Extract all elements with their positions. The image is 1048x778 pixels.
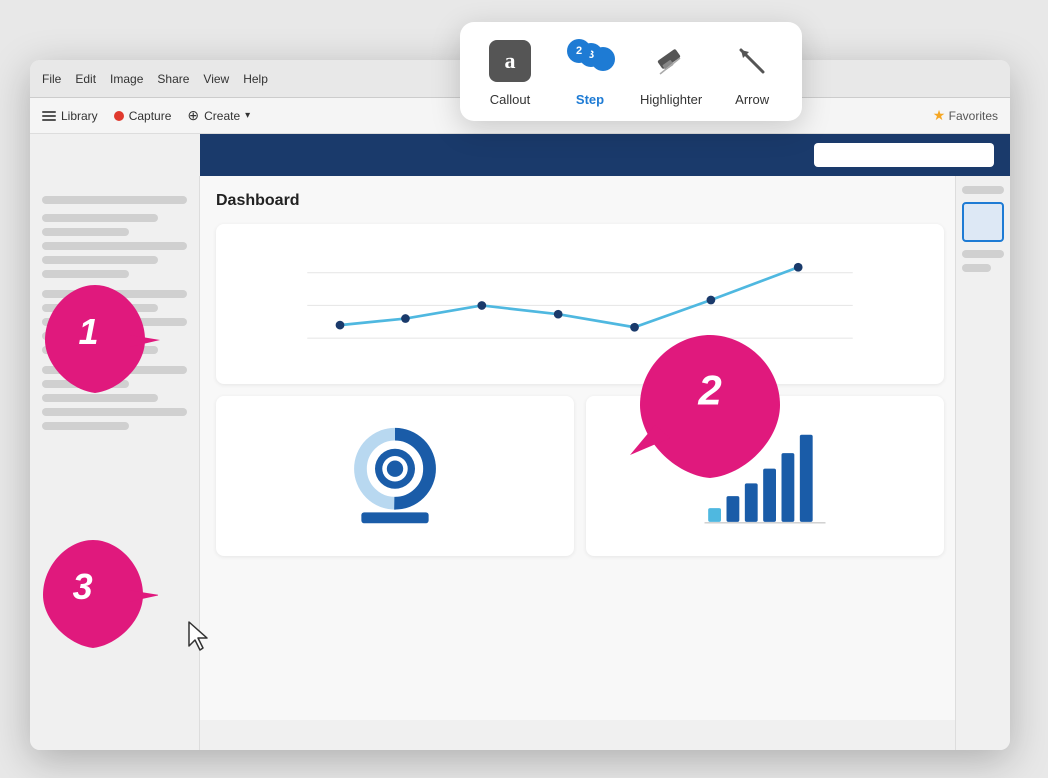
callout-icon-box: a <box>489 40 531 82</box>
sidebar-line <box>42 228 129 236</box>
tool-highlighter[interactable]: Highlighter <box>640 38 702 107</box>
donut-chart-card <box>216 396 574 556</box>
menu-edit[interactable]: Edit <box>75 72 96 86</box>
tool-arrow[interactable]: Arrow <box>722 38 782 107</box>
plus-icon: ⊕ <box>187 107 199 124</box>
menu-share[interactable]: Share <box>157 72 189 86</box>
arrow-icon <box>729 38 775 84</box>
menu-help[interactable]: Help <box>243 72 268 86</box>
content-header-bar <box>200 134 1010 176</box>
library-button[interactable]: Library <box>42 109 98 123</box>
line-chart-card <box>216 224 944 384</box>
dashboard-title: Dashboard <box>216 192 944 210</box>
menu-file[interactable]: File <box>42 72 61 86</box>
hamburger-icon <box>42 111 56 121</box>
sidebar-line <box>42 408 187 416</box>
right-panel-line <box>962 250 1004 258</box>
star-icon: ★ <box>933 107 946 123</box>
step-label: Step <box>576 92 604 107</box>
menu-image[interactable]: Image <box>110 72 143 86</box>
search-bar[interactable] <box>814 143 994 167</box>
donut-chart-svg <box>345 421 445 531</box>
arrow-label: Arrow <box>735 92 769 107</box>
favorites-button[interactable]: ★ Favorites <box>933 107 998 124</box>
step-1-callout: 1 <box>30 275 160 405</box>
tool-callout[interactable]: a Callout <box>480 38 540 107</box>
sidebar-line <box>42 256 158 264</box>
right-panel-box[interactable] <box>962 202 1004 242</box>
sidebar-line <box>42 196 187 204</box>
step-3-label: 3 <box>73 565 93 607</box>
app-window: File Edit Image Share View Help Library … <box>30 60 1010 750</box>
capture-dot-icon <box>114 111 124 121</box>
step-circle-1: 2 <box>567 39 591 63</box>
highlighter-icon <box>648 38 694 84</box>
right-panel <box>955 176 1010 750</box>
create-label: Create <box>204 109 240 123</box>
chevron-down-icon: ▾ <box>245 110 250 121</box>
callout-label: Callout <box>490 92 530 107</box>
step-3-callout: 3 <box>28 530 158 660</box>
step-icon-box: 2 3 <box>567 39 613 83</box>
step-icon: 2 3 <box>567 38 613 84</box>
sidebar-line <box>42 422 129 430</box>
capture-label: Capture <box>129 109 172 123</box>
bottom-cards <box>216 396 944 556</box>
toolbar-popup: a Callout 2 3 Step Highlighter <box>460 22 802 121</box>
tool-step[interactable]: 2 3 Step <box>560 38 620 107</box>
library-label: Library <box>61 109 98 123</box>
step-2-callout: 2 <box>630 330 790 480</box>
sidebar-line <box>42 242 187 250</box>
menu-bar: File Edit Image Share View Help <box>42 72 268 86</box>
mouse-cursor <box>185 620 213 657</box>
menu-view[interactable]: View <box>203 72 229 86</box>
capture-button[interactable]: Capture <box>114 109 172 123</box>
dashboard-area: Dashboard <box>200 176 960 720</box>
right-panel-line <box>962 186 1004 194</box>
create-button[interactable]: ⊕ Create ▾ <box>187 107 250 124</box>
highlighter-label: Highlighter <box>640 92 702 107</box>
step-2-label: 2 <box>698 367 721 415</box>
favorites-label: Favorites <box>949 109 998 123</box>
right-panel-line <box>962 264 991 272</box>
sidebar <box>30 176 200 750</box>
sidebar-line <box>42 214 158 222</box>
step-1-label: 1 <box>78 310 98 352</box>
callout-icon: a <box>487 38 533 84</box>
line-chart-svg <box>232 240 928 360</box>
